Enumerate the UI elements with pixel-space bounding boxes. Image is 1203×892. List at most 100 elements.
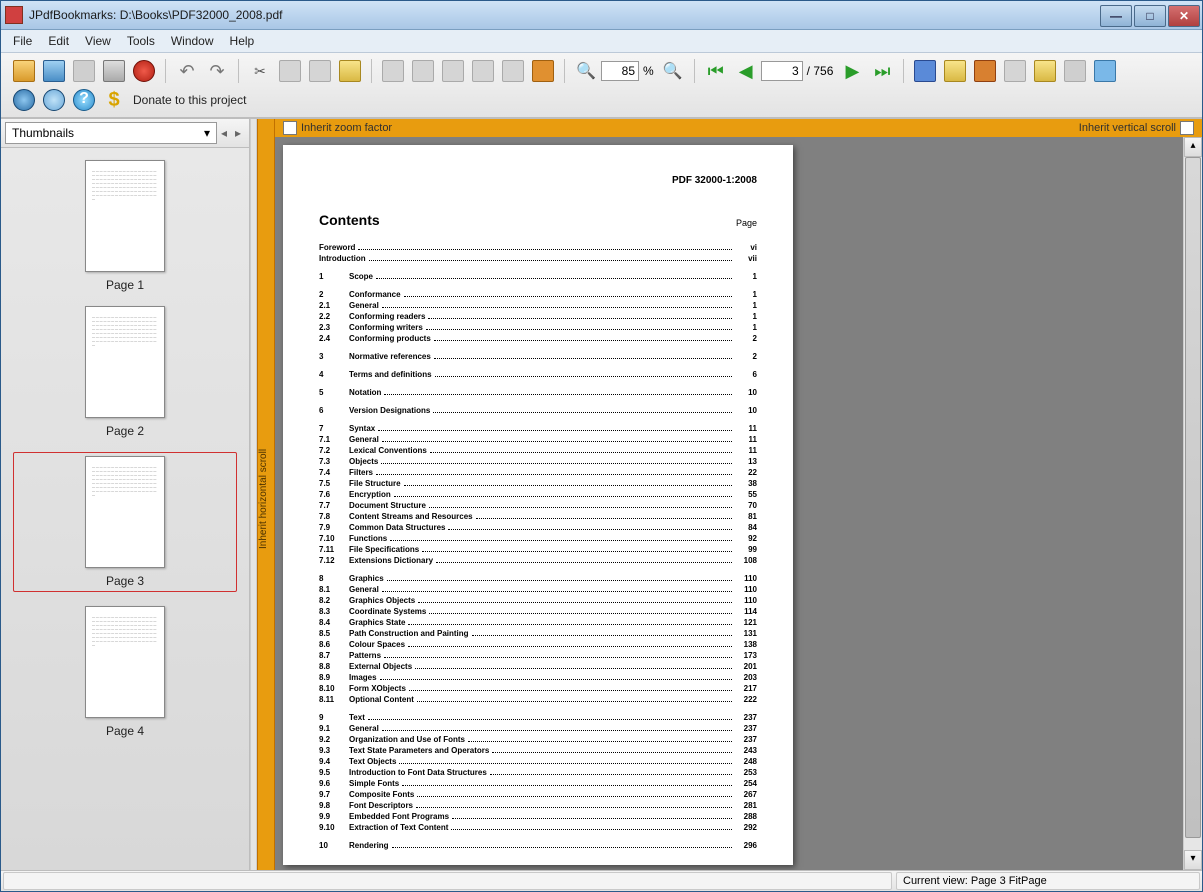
save-as-button[interactable] <box>71 58 97 84</box>
toc-entry: 8.5Path Construction and Painting131 <box>319 628 757 639</box>
scroll-down-button[interactable]: ▾ <box>1184 850 1202 870</box>
save-button[interactable] <box>41 58 67 84</box>
vertical-splitter[interactable] <box>250 119 257 870</box>
globe-icon <box>13 89 35 111</box>
toc-entry: 7.4Filters22 <box>319 467 757 478</box>
bookmark-child-button[interactable] <box>942 58 968 84</box>
fit-page-icon <box>412 60 434 82</box>
fit-rect-button[interactable] <box>470 58 496 84</box>
thumbnails-toggle-button[interactable] <box>530 58 556 84</box>
menu-window[interactable]: Window <box>163 31 222 51</box>
fit-width-button[interactable] <box>380 58 406 84</box>
toc-entry: 8.9Images203 <box>319 672 757 683</box>
toc-entry: Forewordvi <box>319 242 757 253</box>
paste-button[interactable] <box>307 58 333 84</box>
last-page-button[interactable]: ⏭ <box>869 58 895 84</box>
left-panel-selector-label: Thumbnails <box>12 126 74 140</box>
inherit-vscroll-checkbox[interactable] <box>1180 121 1194 135</box>
toc-entry: 9.5Introduction to Font Data Structures2… <box>319 767 757 778</box>
inherit-vscroll-label: Inherit vertical scroll <box>1079 122 1176 134</box>
window-title: JPdfBookmarks: D:\Books\PDF32000_2008.pd… <box>29 8 1098 22</box>
toc-entry: 7.9Common Data Structures84 <box>319 522 757 533</box>
next-page-button[interactable]: ▶ <box>839 58 865 84</box>
clipboard-icon <box>339 60 361 82</box>
toc-entry: 3Normative references2 <box>319 351 757 362</box>
menu-tools[interactable]: Tools <box>119 31 163 51</box>
cut-button[interactable]: ✂ <box>247 58 273 84</box>
bookmark-new-button[interactable] <box>1032 58 1058 84</box>
scroll-up-button[interactable]: ▴ <box>1184 137 1202 157</box>
inherit-horizontal-bar[interactable]: Inherit horizontal scroll <box>257 119 275 870</box>
titlebar[interactable]: JPdfBookmarks: D:\Books\PDF32000_2008.pd… <box>1 1 1202 30</box>
menu-help[interactable]: Help <box>222 31 263 51</box>
bookmark-dis-button[interactable] <box>1062 58 1088 84</box>
minimize-button[interactable]: — <box>1100 5 1132 27</box>
inherit-zoom-checkbox[interactable] <box>283 121 297 135</box>
help-button[interactable]: ? <box>71 87 97 113</box>
panel-collapse-left-icon[interactable]: ◂ <box>217 126 231 140</box>
toc-entry: 6Version Designations10 <box>319 405 757 416</box>
fit-page-button[interactable] <box>410 58 436 84</box>
menu-edit[interactable]: Edit <box>40 31 77 51</box>
thumbnail-list[interactable]: — — — — — — — — — — — — — — — — — — — — … <box>1 148 249 870</box>
toc-entry: 4Terms and definitions6 <box>319 369 757 380</box>
inherit-zoom-label: Inherit zoom factor <box>301 122 392 134</box>
clipboard-button[interactable] <box>337 58 363 84</box>
status-bar: Current view: Page 3 FitPage <box>1 870 1202 891</box>
web-home-button[interactable] <box>41 87 67 113</box>
toc-entry: 8.10Form XObjects217 <box>319 683 757 694</box>
close-file-button[interactable] <box>131 58 157 84</box>
zoom-in-button[interactable]: 🔍 <box>660 58 686 84</box>
fit-visible-button[interactable] <box>500 58 526 84</box>
bookmark-apply-icon <box>1004 60 1026 82</box>
toc-entry: 7.12Extensions Dictionary108 <box>319 555 757 566</box>
toc-entry: Introductionvii <box>319 253 757 264</box>
donate-label[interactable]: Donate to this project <box>133 93 246 107</box>
menu-file[interactable]: File <box>5 31 40 51</box>
pdf-viewport[interactable]: PDF 32000-1:2008 Contents Page Forewordv… <box>275 137 1183 870</box>
zoom-out-button[interactable]: 🔍 <box>573 58 599 84</box>
copy-button[interactable] <box>277 58 303 84</box>
left-panel-selector[interactable]: Thumbnails ▾ <box>5 122 217 144</box>
donate-button[interactable]: $ <box>101 87 127 113</box>
undo-button[interactable]: ↶ <box>174 58 200 84</box>
redo-button[interactable]: ↷ <box>204 58 230 84</box>
bookmark-add-button[interactable] <box>912 58 938 84</box>
toc-entry: 8.8External Objects201 <box>319 661 757 672</box>
bookmark-link-button[interactable] <box>1092 58 1118 84</box>
paste-icon <box>309 60 331 82</box>
prev-page-button[interactable]: ◀ <box>733 58 759 84</box>
thumbnail-item[interactable]: — — — — — — — — — — — — — — — — — — — — … <box>13 452 237 592</box>
toc-entry: 7.5File Structure38 <box>319 478 757 489</box>
grey-icon <box>1064 60 1086 82</box>
pdf-vertical-scrollbar[interactable]: ▴ ▾ <box>1183 137 1202 870</box>
maximize-button[interactable]: □ <box>1134 5 1166 27</box>
page-total-label: / 756 <box>807 64 834 78</box>
bookmark-set-button[interactable] <box>972 58 998 84</box>
open-button[interactable] <box>11 58 37 84</box>
page-input[interactable] <box>761 61 803 81</box>
web-link-button[interactable] <box>11 87 37 113</box>
thumbnail-item[interactable]: — — — — — — — — — — — — — — — — — — — — … <box>15 160 235 292</box>
toc-entry: 7.2Lexical Conventions11 <box>319 445 757 456</box>
first-page-button[interactable]: ⏮ <box>703 58 729 84</box>
close-circle-icon <box>133 60 155 82</box>
toc-entry: 8.7Patterns173 <box>319 650 757 661</box>
toc-entry: 9Text237 <box>319 712 757 723</box>
menu-view[interactable]: View <box>77 31 119 51</box>
scroll-thumb[interactable] <box>1185 157 1201 838</box>
toc-entry: 10Rendering296 <box>319 840 757 851</box>
toc-entry: 9.8Font Descriptors281 <box>319 800 757 811</box>
bookmark-apply-button[interactable] <box>1002 58 1028 84</box>
toc-entry: 7.10Functions92 <box>319 533 757 544</box>
zoom-input[interactable] <box>601 61 639 81</box>
toc-entry: 7.7Document Structure70 <box>319 500 757 511</box>
thumbnail-item[interactable]: — — — — — — — — — — — — — — — — — — — — … <box>15 606 235 738</box>
thumbnail-item[interactable]: — — — — — — — — — — — — — — — — — — — — … <box>15 306 235 438</box>
panel-collapse-right-icon[interactable]: ▸ <box>231 126 245 140</box>
close-button[interactable]: ✕ <box>1168 5 1200 27</box>
printer-icon <box>103 60 125 82</box>
fit-native-button[interactable] <box>440 58 466 84</box>
print-button[interactable] <box>101 58 127 84</box>
toc-entry: 2.1General1 <box>319 300 757 311</box>
